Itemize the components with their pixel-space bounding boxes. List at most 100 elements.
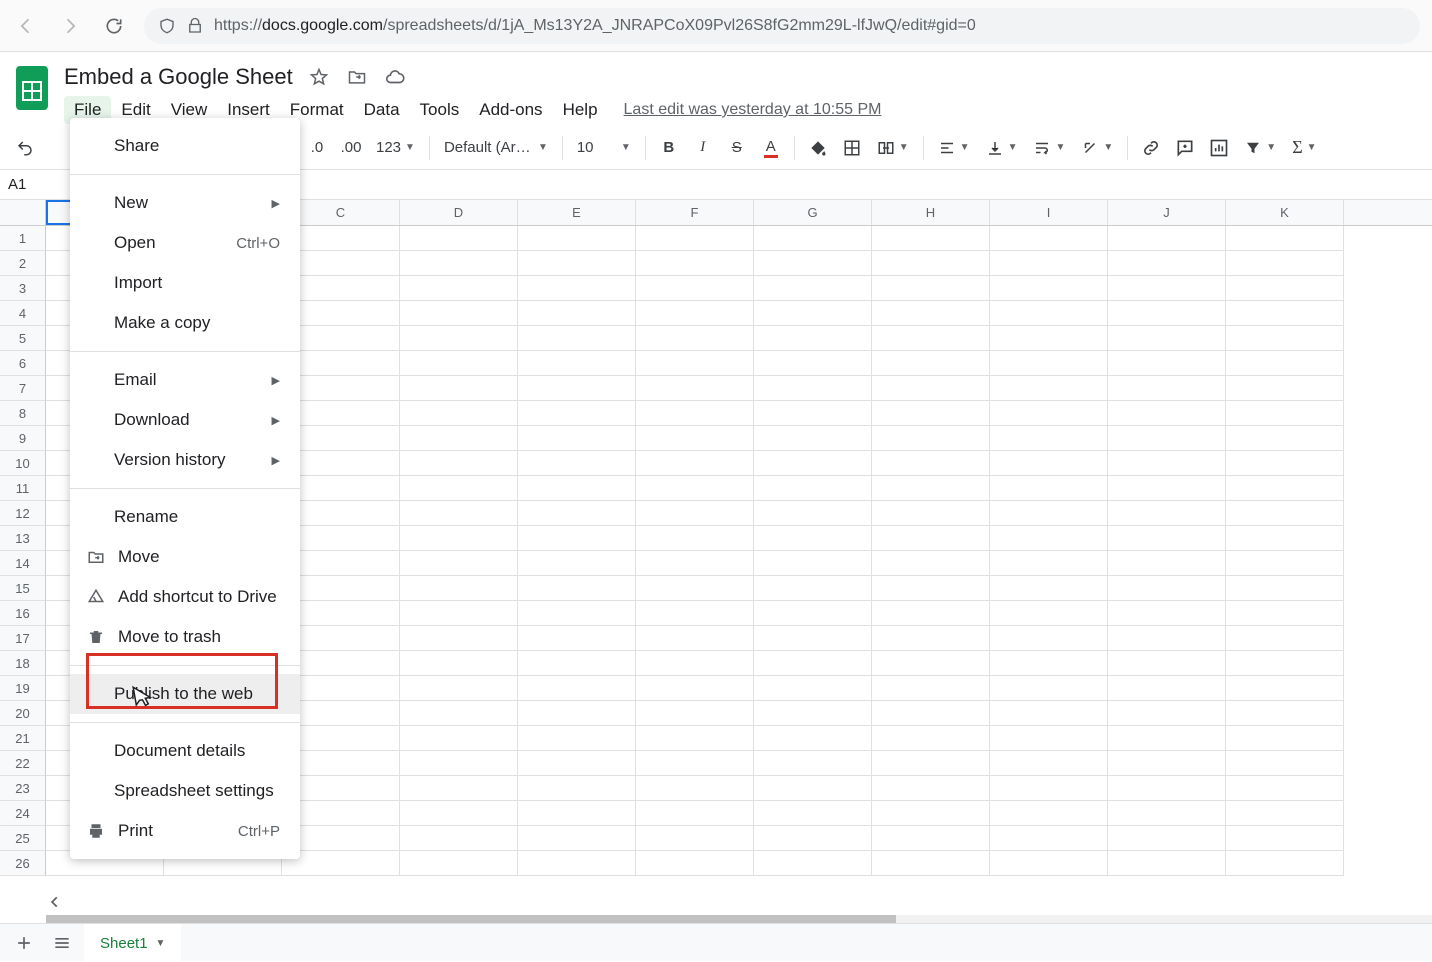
cell[interactable] [636,376,754,401]
cell[interactable] [636,251,754,276]
cell[interactable] [1108,576,1226,601]
document-title[interactable]: Embed a Google Sheet [64,64,293,90]
cell[interactable] [518,776,636,801]
cell[interactable] [1226,251,1344,276]
cell[interactable] [1226,726,1344,751]
font-family-dropdown[interactable]: Default (Arial)▼ [438,133,554,163]
insert-link-button[interactable] [1136,133,1166,163]
menu-data[interactable]: Data [354,96,410,124]
move-to-folder-button[interactable] [345,65,369,89]
menu-new[interactable]: New▶ [70,183,300,223]
cell[interactable] [872,751,990,776]
cell[interactable] [990,726,1108,751]
cell[interactable] [1108,501,1226,526]
cell[interactable] [872,401,990,426]
cell[interactable] [1108,401,1226,426]
cell[interactable] [872,476,990,501]
cell[interactable] [1226,301,1344,326]
cell[interactable] [518,626,636,651]
cell[interactable] [518,451,636,476]
cell[interactable] [1108,351,1226,376]
row-header[interactable]: 26 [0,851,46,876]
cell[interactable] [990,601,1108,626]
text-rotation-dropdown[interactable]: ▼ [1075,133,1119,163]
cell[interactable] [400,376,518,401]
cell[interactable] [1226,801,1344,826]
cell[interactable] [1108,801,1226,826]
cell[interactable] [636,426,754,451]
cell[interactable] [990,801,1108,826]
cell[interactable] [636,226,754,251]
cell[interactable] [400,326,518,351]
cell[interactable] [990,701,1108,726]
row-header[interactable]: 24 [0,801,46,826]
cell[interactable] [636,801,754,826]
cell[interactable] [990,576,1108,601]
cell[interactable] [990,651,1108,676]
cell[interactable] [872,451,990,476]
text-wrap-dropdown[interactable]: ▼ [1027,133,1071,163]
cell[interactable] [1108,476,1226,501]
borders-button[interactable] [837,133,867,163]
cell[interactable] [872,801,990,826]
cell[interactable] [872,651,990,676]
cell[interactable] [400,576,518,601]
cell[interactable] [400,676,518,701]
cell[interactable] [872,701,990,726]
insert-comment-button[interactable] [1170,133,1200,163]
menu-version-history[interactable]: Version history▶ [70,440,300,480]
cell[interactable] [400,626,518,651]
menu-email[interactable]: Email▶ [70,360,300,400]
cell[interactable] [518,251,636,276]
cell[interactable] [872,626,990,651]
cell[interactable] [518,476,636,501]
cell[interactable] [518,726,636,751]
cell[interactable] [990,326,1108,351]
functions-dropdown[interactable]: Σ ▼ [1286,133,1322,163]
cell[interactable] [400,826,518,851]
menu-publish-to-web[interactable]: Publish to the web [70,674,300,714]
row-header[interactable]: 17 [0,626,46,651]
row-header[interactable]: 25 [0,826,46,851]
cell[interactable] [1226,776,1344,801]
cell[interactable] [1226,751,1344,776]
cell[interactable] [754,626,872,651]
undo-button[interactable] [10,133,40,163]
cell[interactable] [754,401,872,426]
row-header[interactable]: 9 [0,426,46,451]
cell[interactable] [872,676,990,701]
cell[interactable] [636,751,754,776]
all-sheets-button[interactable] [46,927,78,959]
cell[interactable] [754,326,872,351]
cell[interactable] [754,601,872,626]
cell[interactable] [1108,776,1226,801]
cell[interactable] [518,801,636,826]
cell[interactable] [872,351,990,376]
menu-print[interactable]: PrintCtrl+P [70,811,300,851]
column-header[interactable]: J [1108,200,1226,225]
cell[interactable] [636,301,754,326]
row-header[interactable]: 15 [0,576,46,601]
cell[interactable] [400,776,518,801]
cell[interactable] [1108,551,1226,576]
cell[interactable] [1108,326,1226,351]
reload-button[interactable] [100,12,128,40]
row-header[interactable]: 6 [0,351,46,376]
cell[interactable] [1226,401,1344,426]
row-header[interactable]: 14 [0,551,46,576]
cell[interactable] [872,501,990,526]
cell[interactable] [872,601,990,626]
cell[interactable] [636,401,754,426]
cell[interactable] [872,551,990,576]
column-header[interactable]: D [400,200,518,225]
vertical-align-dropdown[interactable]: ▼ [980,133,1024,163]
cell[interactable] [1108,426,1226,451]
cell[interactable] [1108,751,1226,776]
cell[interactable] [1108,251,1226,276]
cell[interactable] [754,651,872,676]
cell[interactable] [872,826,990,851]
insert-chart-button[interactable] [1204,133,1234,163]
sheet-scroll-left[interactable] [44,891,66,913]
cell[interactable] [400,401,518,426]
menu-addons[interactable]: Add-ons [469,96,552,124]
